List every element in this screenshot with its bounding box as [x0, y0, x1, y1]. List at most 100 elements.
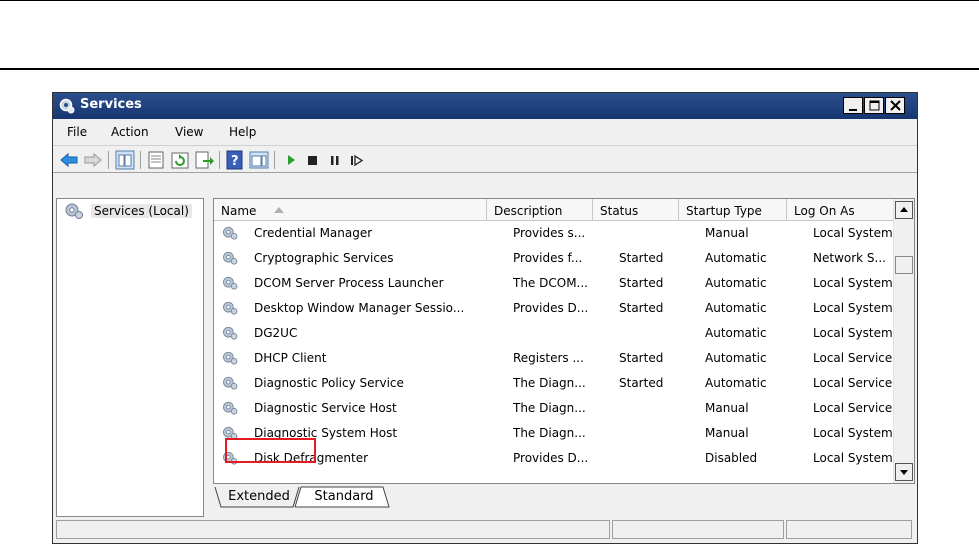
service-startup-type: Automatic — [705, 301, 767, 315]
service-row[interactable]: Disk Defragmenter Provides D... Disabled Lo… — [214, 446, 894, 471]
scroll-down-button[interactable] — [895, 463, 913, 481]
scroll-thumb[interactable] — [895, 256, 913, 274]
service-row[interactable]: Diagnostic Policy Service The Diagn... Sta… — [214, 371, 894, 396]
service-gear-icon — [223, 351, 238, 365]
service-description: The Diagn... — [513, 426, 586, 440]
service-description: Registers ... — [513, 351, 584, 365]
menu-action[interactable]: Action — [111, 125, 149, 139]
service-name: Diagnostic Policy Service — [254, 376, 404, 390]
service-description: The Diagn... — [513, 401, 586, 415]
stop-service-icon[interactable] — [303, 150, 323, 170]
scroll-up-icon — [900, 207, 908, 212]
help-icon[interactable]: ? — [225, 150, 245, 170]
back-icon[interactable] — [59, 150, 79, 170]
services-gear-icon — [59, 98, 75, 114]
toolbar-separator — [140, 151, 141, 169]
service-description: Provides D... — [513, 451, 589, 465]
service-startup-type: Disabled — [705, 451, 758, 465]
top-rule — [0, 0, 979, 1]
service-name: Cryptographic Services — [254, 251, 394, 265]
menu-bar: File Action View Help — [53, 119, 917, 145]
menu-file[interactable]: File — [67, 125, 87, 139]
column-header-label: Startup Type — [686, 204, 762, 218]
service-description: Provides f... — [513, 251, 583, 265]
service-name: Desktop Window Manager Sessio... — [254, 301, 465, 315]
vertical-scrollbar[interactable] — [893, 199, 914, 483]
service-startup-type: Manual — [705, 401, 749, 415]
scroll-up-button[interactable] — [895, 201, 913, 219]
service-row[interactable]: Diagnostic Service Host The Diagn... Manua… — [214, 396, 894, 421]
console-tree: Services (Local) — [56, 198, 204, 517]
column-header-status[interactable]: Status — [593, 199, 679, 221]
service-gear-icon — [223, 226, 238, 240]
minimize-button[interactable] — [843, 97, 863, 114]
services-list: Name Description Status Startup Type Log… — [213, 198, 915, 484]
service-row[interactable]: DG2UC Automatic Local System — [214, 321, 894, 346]
column-header-label: Status — [600, 204, 639, 218]
services-window: Services File Action View Help ? Service… — [52, 92, 918, 544]
svg-text:?: ? — [231, 154, 239, 169]
export-list-icon[interactable] — [194, 150, 214, 170]
service-gear-icon — [223, 276, 238, 290]
service-row[interactable]: Credential Manager Provides s... Manual Loc… — [214, 221, 894, 246]
service-status: Started — [619, 251, 664, 265]
menu-view[interactable]: View — [175, 125, 203, 139]
pause-service-icon[interactable] — [325, 150, 345, 170]
close-button[interactable] — [885, 97, 905, 114]
view-tabs: Extended Standard — [213, 485, 613, 515]
service-startup-type: Automatic — [705, 376, 767, 390]
service-description: Provides D... — [513, 301, 589, 315]
status-panel — [612, 520, 784, 539]
service-name: DG2UC — [254, 326, 298, 340]
column-header-name[interactable]: Name — [214, 199, 487, 221]
column-header-log-on-as[interactable]: Log On As — [787, 199, 895, 221]
service-startup-type: Automatic — [705, 276, 767, 290]
minimize-icon — [849, 109, 857, 111]
maximize-icon — [869, 100, 880, 111]
status-panel — [56, 520, 610, 539]
service-description: The Diagn... — [513, 376, 586, 390]
toolbar-separator — [219, 151, 220, 169]
toolbar-separator — [274, 151, 275, 169]
service-gear-icon — [223, 376, 238, 390]
service-description: Provides s... — [513, 226, 586, 240]
service-row[interactable]: Diagnostic System Host The Diagn... Manual… — [214, 421, 894, 446]
service-row[interactable]: DHCP Client Registers ... Started Automatic… — [214, 346, 894, 371]
refresh-icon[interactable] — [170, 150, 190, 170]
service-name: DCOM Server Process Launcher — [254, 276, 444, 290]
service-description: The DCOM... — [513, 276, 588, 290]
show-action-pane-icon[interactable] — [249, 150, 269, 170]
service-status: Started — [619, 351, 664, 365]
forward-icon[interactable] — [83, 150, 103, 170]
column-header-startup-type[interactable]: Startup Type — [679, 199, 787, 221]
service-name: DHCP Client — [254, 351, 327, 365]
status-panel — [786, 520, 912, 539]
service-startup-type: Automatic — [705, 326, 767, 340]
service-startup-type: Manual — [705, 426, 749, 440]
menu-help[interactable]: Help — [229, 125, 256, 139]
page-rule — [0, 68, 979, 70]
column-header-description[interactable]: Description — [487, 199, 593, 221]
service-row[interactable]: Desktop Window Manager Sessio... Provides… — [214, 296, 894, 321]
tab-extended[interactable]: Extended — [223, 485, 295, 511]
properties-icon[interactable] — [146, 150, 166, 170]
tab-standard[interactable]: Standard — [305, 485, 383, 511]
service-row[interactable]: DCOM Server Process Launcher The DCOM... S… — [214, 271, 894, 296]
show-hide-console-tree-icon[interactable] — [115, 150, 135, 170]
service-row[interactable]: Cryptographic Services Provides f... Start… — [214, 246, 894, 271]
service-gear-icon — [223, 326, 238, 340]
resume-service-icon[interactable] — [347, 150, 367, 170]
tree-item-label: Services (Local) — [91, 204, 192, 218]
highlight-box-dg2uc — [225, 438, 316, 463]
service-gear-icon — [223, 301, 238, 315]
title-bar[interactable]: Services — [53, 93, 917, 119]
services-gear-icon — [65, 203, 83, 219]
column-header-label: Log On As — [794, 204, 855, 218]
maximize-button[interactable] — [864, 97, 884, 114]
service-name: Diagnostic Service Host — [254, 401, 397, 415]
toolbar-separator — [108, 151, 109, 169]
tree-item-services-local[interactable]: Services (Local) — [59, 202, 199, 220]
close-icon — [890, 100, 901, 111]
service-startup-type: Manual — [705, 226, 749, 240]
start-service-icon[interactable] — [281, 150, 301, 170]
